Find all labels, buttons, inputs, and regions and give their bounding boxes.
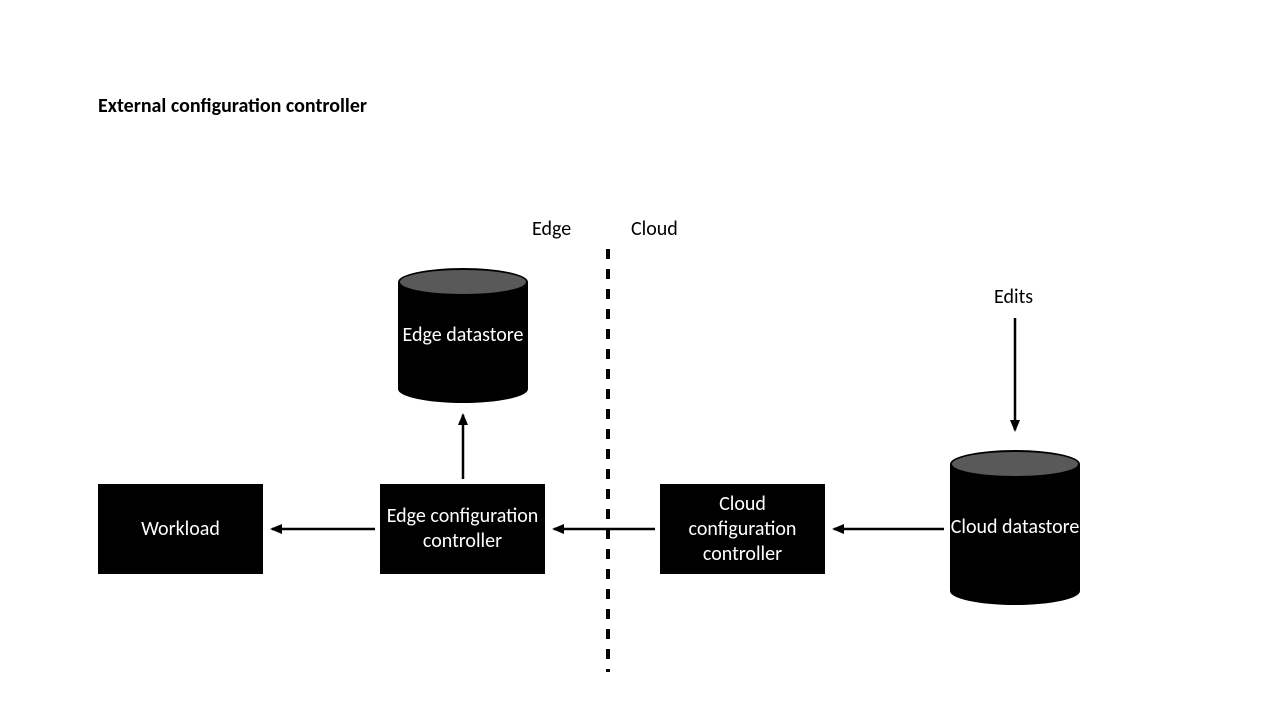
edge-datastore-node-text: Edge datastore <box>403 323 524 348</box>
cloud-datastore-node-text: Cloud datastore <box>951 515 1080 540</box>
edge-controller-node-text: Edge configuration controller <box>384 504 541 554</box>
edge-datastore-node: Edge datastore <box>398 268 528 403</box>
diagram-title: External configuration controller <box>98 94 367 118</box>
workload-node: Workload <box>98 484 263 574</box>
cloud-controller-node-text: Cloud configuration controller <box>664 492 821 567</box>
workload-node-text: Workload <box>141 517 220 542</box>
cloud-controller-node: Cloud configuration controller <box>660 484 825 574</box>
edge-label: Edge <box>532 217 571 241</box>
edge-controller-node: Edge configuration controller <box>380 484 545 574</box>
cloud-datastore-node: Cloud datastore <box>950 450 1080 605</box>
edits-label: Edits <box>994 285 1033 309</box>
cloud-label: Cloud <box>631 217 678 241</box>
